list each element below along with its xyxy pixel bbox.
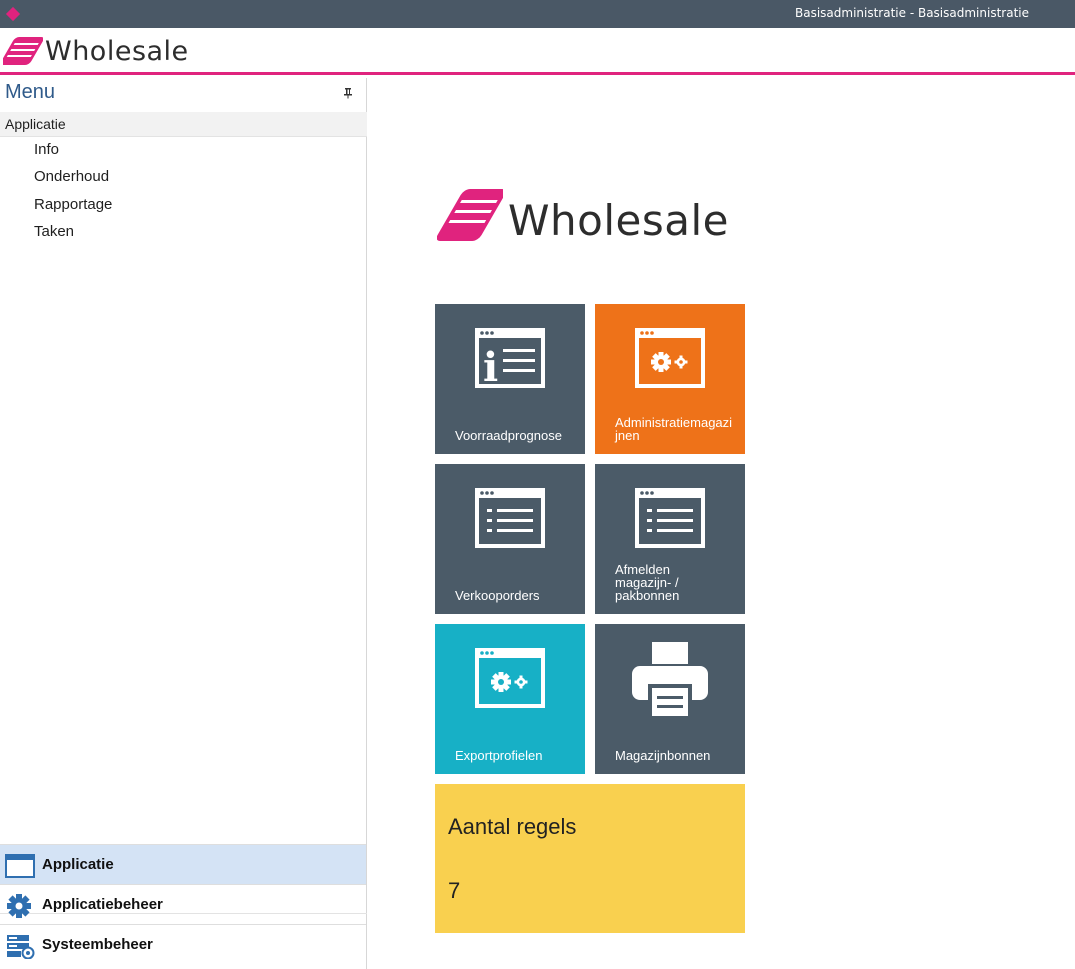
nav-button-systeembeheer[interactable]: Systeembeheer <box>0 924 366 964</box>
kpi-title: Aantal regels <box>448 814 577 839</box>
header-logo-text: Wholesale <box>45 36 189 67</box>
window-icon <box>5 854 35 878</box>
nav-button-applicatie[interactable]: Applicatie <box>0 844 366 884</box>
printer-icon <box>632 642 708 716</box>
app-header: Wholesale <box>0 28 1075 75</box>
window-list-icon <box>475 488 545 548</box>
window-list-icon <box>635 488 705 548</box>
menu-title: Menu <box>5 81 56 103</box>
menu-item-info[interactable]: Info <box>34 141 59 158</box>
tile-voorraadprognose[interactable]: i Voorraadprognose <box>435 304 585 454</box>
wholesale-logo-icon <box>3 37 43 65</box>
tile-label: Administratiemagazijnen <box>615 415 733 443</box>
tile-magazijnbonnen[interactable]: Magazijnbonnen <box>595 624 745 774</box>
nav-label: Systeembeheer <box>42 936 153 953</box>
window-gear-icon <box>475 648 545 708</box>
menu-item-rapportage[interactable]: Rapportage <box>34 196 112 213</box>
menu-item-onderhoud[interactable]: Onderhoud <box>34 168 109 185</box>
tile-label: Verkooporders <box>455 588 540 603</box>
tile-label: Voorraadprognose <box>455 428 562 443</box>
menu-list: Info Onderhoud Rapportage Taken <box>0 136 367 914</box>
nav-label: Applicatie <box>42 856 114 873</box>
window-title: Basisadministratie - Basisadministratie <box>794 6 1029 20</box>
app-icon <box>5 6 21 22</box>
nav-label: Applicatiebeheer <box>42 896 163 913</box>
gear-icon <box>7 894 31 918</box>
menu-item-taken[interactable]: Taken <box>34 223 74 240</box>
kpi-value: 7 <box>448 878 461 903</box>
tile-label: Exportprofielen <box>455 748 543 763</box>
tile-label: Magazijnbonnen <box>615 748 711 763</box>
pin-icon[interactable] <box>343 87 353 99</box>
server-icon <box>7 935 35 959</box>
tile-exportprofielen[interactable]: Exportprofielen <box>435 624 585 774</box>
nav-button-applicatiebeheer[interactable]: Applicatiebeheer <box>0 884 366 924</box>
tile-verkooporders[interactable]: Verkooporders <box>435 464 585 614</box>
main-logo-text: Wholesale <box>508 196 729 245</box>
section-header-applicatie[interactable]: Applicatie <box>0 112 367 136</box>
svg-text:i: i <box>483 344 498 391</box>
tile-administratiemagazijnen[interactable]: Administratiemagazijnen <box>595 304 745 454</box>
sidebar: Menu Applicatie Info Onderhoud Rapportag… <box>0 78 367 969</box>
info-list-icon: i <box>475 328 545 391</box>
section-title: Applicatie <box>5 116 66 132</box>
kpi-tile-aantal-regels[interactable]: Aantal regels 7 <box>435 784 745 933</box>
window-gear-icon <box>635 328 705 388</box>
wholesale-logo-icon <box>437 189 503 241</box>
menu-header: Menu <box>0 78 367 110</box>
tile-afmelden-magazijn-pakbonnen[interactable]: Afmelden magazijn- / pakbonnen <box>595 464 745 614</box>
tile-label: Afmelden magazijn- / pakbonnen <box>615 562 680 603</box>
title-bar: Basisadministratie - Basisadministratie <box>0 0 1075 28</box>
